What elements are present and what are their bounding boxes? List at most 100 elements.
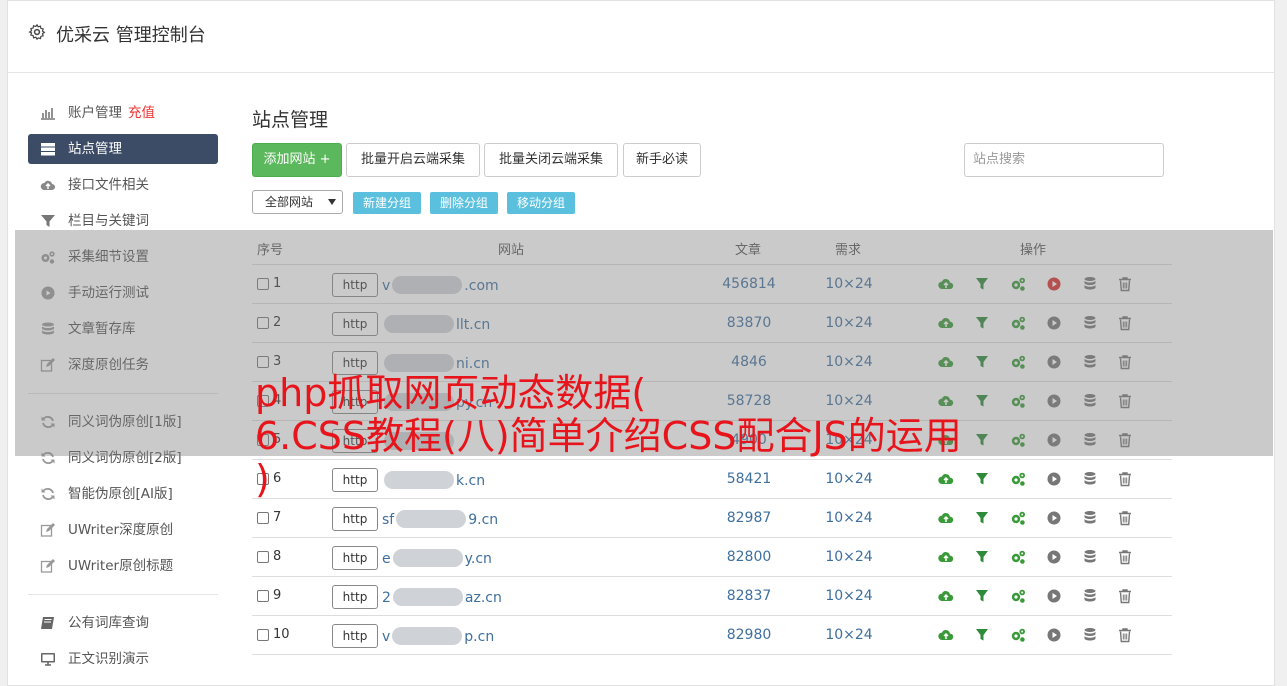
gears-icon[interactable] <box>1010 627 1026 643</box>
site-url-link[interactable]: e y.cn <box>382 549 492 567</box>
site-search-input[interactable]: 站点搜索 <box>964 143 1164 177</box>
table-row: 10 http v p.cn 82980 10×24 <box>252 616 1172 655</box>
trash-icon[interactable] <box>1117 627 1133 643</box>
filter-icon[interactable] <box>974 588 990 604</box>
table-row: 7 http sf 9.cn 82987 10×24 <box>252 499 1172 538</box>
row-number: 7 <box>273 510 282 525</box>
group-select[interactable]: 全部网站 <box>252 190 343 214</box>
sidebar-item-label: 公有词库查询 <box>68 615 149 631</box>
sidebar-item[interactable]: 接口文件相关 <box>28 167 218 203</box>
edit-icon <box>40 523 55 537</box>
new-group-button[interactable]: 新建分组 <box>353 192 421 214</box>
database-icon[interactable] <box>1082 627 1098 643</box>
play-circle-icon[interactable] <box>1046 588 1062 604</box>
chevron-down-icon <box>328 199 336 205</box>
demand-value[interactable]: 10×24 <box>804 588 894 604</box>
row-checkbox[interactable] <box>257 629 269 641</box>
site-url-suffix: y.cn <box>464 551 492 567</box>
gears-icon[interactable] <box>1010 510 1026 526</box>
site-url-suffix: az.cn <box>464 590 502 606</box>
sidebar-item[interactable]: UWriter深度原创 <box>28 512 218 548</box>
filter-icon[interactable] <box>974 549 990 565</box>
protocol-badge[interactable]: http <box>332 585 378 609</box>
cloud-upload-icon[interactable] <box>938 549 954 565</box>
play-circle-icon[interactable] <box>1046 627 1062 643</box>
demand-value[interactable]: 10×24 <box>804 510 894 526</box>
sidebar-item-label: UWriter深度原创 <box>68 522 174 538</box>
row-checkbox[interactable] <box>257 512 269 524</box>
cloud-upload-icon[interactable] <box>938 510 954 526</box>
cloud-upload-icon[interactable] <box>938 588 954 604</box>
trash-icon[interactable] <box>1117 588 1133 604</box>
article-count-link[interactable]: 82987 <box>704 510 794 526</box>
sidebar-item[interactable]: 智能伪原创[AI版] <box>28 476 218 512</box>
sidebar-item-label: 智能伪原创[AI版] <box>68 486 173 502</box>
demand-value[interactable]: 10×24 <box>804 549 894 565</box>
sidebar-item[interactable]: 站点管理 <box>28 134 218 164</box>
site-url-link[interactable]: v p.cn <box>382 627 494 645</box>
sidebar-item-label: UWriter原创标题 <box>68 558 174 574</box>
site-url-suffix: 9.cn <box>468 512 499 528</box>
protocol-badge[interactable]: http <box>332 546 378 570</box>
cloud-upload-icon[interactable] <box>938 627 954 643</box>
table-row: 8 http e y.cn 82800 10×24 <box>252 538 1172 577</box>
database-icon[interactable] <box>1082 588 1098 604</box>
site-url-prefix: 2 <box>382 590 391 606</box>
add-site-button[interactable]: 添加网站 + <box>252 143 342 177</box>
demand-value[interactable]: 10×24 <box>804 627 894 643</box>
group-select-value: 全部网站 <box>265 195 314 209</box>
row-checkbox[interactable] <box>257 551 269 563</box>
overlay-caption: php抓取网页动态数据( 6.CSS教程(八)简单介绍CSS配合JS的运用 ) <box>255 372 1255 501</box>
filter-icon[interactable] <box>974 510 990 526</box>
beginner-guide-button[interactable]: 新手必读 <box>623 143 701 177</box>
sidebar-divider <box>28 594 218 595</box>
article-count-link[interactable]: 82980 <box>704 627 794 643</box>
trash-icon[interactable] <box>1117 549 1133 565</box>
sidebar-item[interactable]: 公有词库查询 <box>28 605 218 641</box>
play-circle-icon[interactable] <box>1046 510 1062 526</box>
site-url-link[interactable]: sf 9.cn <box>382 510 498 528</box>
gears-icon[interactable] <box>1010 549 1026 565</box>
protocol-badge[interactable]: http <box>332 507 378 531</box>
row-number: 10 <box>273 627 290 642</box>
server-icon <box>41 143 55 156</box>
database-icon[interactable] <box>1082 549 1098 565</box>
filter-icon[interactable] <box>974 627 990 643</box>
site-url-prefix: sf <box>382 512 395 528</box>
top-header: 优采云 管理控制台 <box>8 1 1274 73</box>
batch-disable-cloud-button[interactable]: 批量关闭云端采集 <box>484 143 618 177</box>
sidebar-item-label: 账户管理 <box>68 105 122 121</box>
protocol-badge[interactable]: http <box>332 624 378 648</box>
overlay-line-2: 6.CSS教程(八)简单介绍CSS配合JS的运用 <box>255 414 962 458</box>
site-url-suffix: p.cn <box>464 629 495 645</box>
sidebar-item[interactable]: UWriter原创标题 <box>28 548 218 584</box>
sidebar-item[interactable]: 正文识别演示 <box>28 641 218 677</box>
play-circle-icon[interactable] <box>1046 549 1062 565</box>
gears-icon[interactable] <box>1010 588 1026 604</box>
row-checkbox[interactable] <box>257 590 269 602</box>
app-title: 优采云 管理控制台 <box>56 25 206 46</box>
database-icon[interactable] <box>1082 510 1098 526</box>
article-count-link[interactable]: 82800 <box>704 549 794 565</box>
batch-enable-cloud-button[interactable]: 批量开启云端采集 <box>346 143 480 177</box>
monitor-icon <box>41 653 55 666</box>
recharge-link[interactable]: 充值 <box>128 105 155 121</box>
sidebar-item[interactable]: 账户管理 充值 <box>28 95 218 131</box>
cloud-upload-icon <box>40 180 55 190</box>
edit-icon <box>40 559 55 573</box>
sidebar-item-label: 栏目与关键词 <box>68 213 149 229</box>
article-count-link[interactable]: 82837 <box>704 588 794 604</box>
sidebar-item-label: 正文识别演示 <box>68 651 149 667</box>
site-url-prefix: e <box>382 551 391 567</box>
redacted-mask <box>392 627 463 645</box>
gear-icon <box>28 23 46 41</box>
sidebar-item-label: 站点管理 <box>68 141 122 157</box>
delete-group-button[interactable]: 删除分组 <box>430 192 498 214</box>
filter-icon <box>41 215 55 227</box>
trash-icon[interactable] <box>1117 510 1133 526</box>
row-number: 8 <box>273 549 282 564</box>
move-group-button[interactable]: 移动分组 <box>507 192 575 214</box>
redacted-mask <box>392 549 463 567</box>
page-title: 站点管理 <box>252 109 329 131</box>
site-url-link[interactable]: 2 az.cn <box>382 588 502 606</box>
